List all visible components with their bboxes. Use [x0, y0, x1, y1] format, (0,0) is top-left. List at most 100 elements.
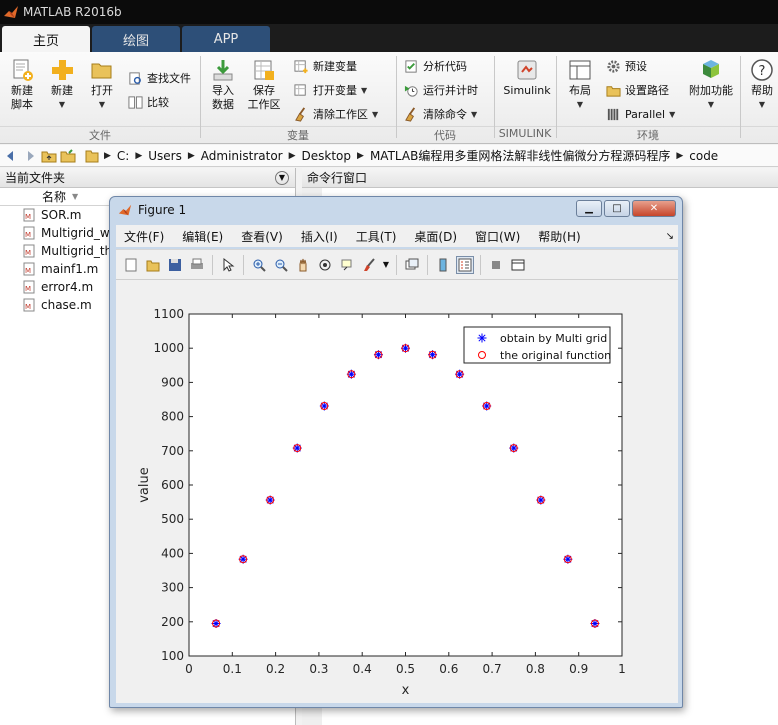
breadcrumb-desktop[interactable]: Desktop	[302, 149, 352, 163]
colorbar-icon[interactable]	[434, 256, 452, 274]
layout-button[interactable]: 布局 ▼	[564, 58, 596, 112]
zoom-out-icon[interactable]	[272, 256, 290, 274]
open-variable-icon	[294, 83, 306, 96]
menu-desktop[interactable]: 桌面(D)	[414, 228, 457, 245]
close-button[interactable]: ✕	[632, 200, 676, 217]
current-folder-header: 当前文件夹 ▼	[0, 168, 295, 188]
pan-icon[interactable]	[294, 256, 312, 274]
chevron-down-icon: ▼	[576, 100, 584, 109]
menu-view[interactable]: 查看(V)	[241, 228, 283, 245]
new-variable-button[interactable]: 新建变量	[294, 56, 357, 76]
m-file-icon: M	[23, 298, 35, 312]
run-and-time-button[interactable]: 运行并计时	[404, 80, 478, 100]
help-button[interactable]: ? 帮助 ▼	[746, 58, 778, 112]
group-variable-label: 变量	[287, 129, 309, 142]
print-icon[interactable]	[188, 256, 206, 274]
parallel-button[interactable]: Parallel ▼	[606, 104, 675, 124]
y-tick-label: 400	[161, 546, 184, 560]
save-workspace-button[interactable]: 保存 工作区	[246, 58, 282, 112]
find-files-button[interactable]: 查找文件	[128, 68, 191, 88]
new-script-button[interactable]: 新建 脚本	[6, 58, 38, 112]
new-button[interactable]: 新建 ▼	[46, 58, 78, 112]
y-axis-label: value	[137, 467, 152, 503]
open-file-icon[interactable]	[144, 256, 162, 274]
y-tick-label: 700	[161, 444, 184, 458]
forward-icon[interactable]	[22, 148, 38, 164]
legend-entry: the original function	[500, 349, 611, 362]
tab-plots[interactable]: 绘图	[92, 26, 180, 52]
rotate-3d-icon[interactable]	[316, 256, 334, 274]
menu-insert[interactable]: 插入(I)	[301, 228, 338, 245]
panel-actions-icon[interactable]: ▼	[275, 170, 289, 185]
gear-icon	[607, 59, 620, 73]
ribbon: 新建 脚本 新建 ▼ 打开 ▼ 查找文件 比较 文件 导入 数据 保存 工作区 …	[0, 52, 778, 144]
new-script-label: 新建 脚本	[11, 84, 33, 111]
menu-window[interactable]: 窗口(W)	[475, 228, 520, 245]
data-cursor-icon[interactable]	[338, 256, 356, 274]
addons-button[interactable]: 附加功能 ▼	[688, 58, 734, 112]
pointer-icon[interactable]	[219, 256, 237, 274]
chevron-down-icon: ▼	[361, 85, 368, 95]
open-variable-button[interactable]: 打开变量 ▼	[294, 80, 367, 100]
command-window-title: 命令行窗口	[307, 171, 368, 185]
zoom-in-icon[interactable]	[250, 256, 268, 274]
menu-tools[interactable]: 工具(T)	[356, 228, 397, 245]
set-path-button[interactable]: 设置路径	[606, 80, 669, 100]
matlab-logo-icon	[4, 6, 18, 18]
brush-icon[interactable]	[360, 256, 378, 274]
menu-edit[interactable]: 编辑(E)	[182, 228, 223, 245]
breadcrumb-users[interactable]: Users	[148, 149, 182, 163]
breadcrumb-project-folder[interactable]: MATLAB编程用多重网格法解非线性偏微分方程源码程序	[370, 147, 670, 164]
data-point-star	[477, 333, 487, 343]
tab-home[interactable]: 主页	[2, 26, 90, 52]
plot-area[interactable]: 0 0.1 0.2 0.3 0.4 0.5 0.6 0.7 0.8 0.9 110020030040…	[116, 280, 678, 704]
breadcrumb-administrator[interactable]: Administrator	[201, 149, 283, 163]
x-tick-label: 0.4	[353, 662, 372, 676]
x-tick-label: 1	[618, 662, 626, 676]
group-simulink-label: SIMULINK	[498, 127, 552, 140]
compare-button[interactable]: 比较	[128, 92, 169, 112]
file-name: SOR.m	[41, 208, 82, 222]
layout-icon	[569, 60, 591, 80]
chevron-down-icon: ▼	[707, 100, 715, 109]
menu-file[interactable]: 文件(F)	[124, 228, 164, 245]
back-icon[interactable]	[3, 148, 19, 164]
broom-icon	[295, 106, 306, 122]
up-folder-icon[interactable]	[41, 148, 57, 164]
browse-folder-icon[interactable]	[60, 148, 76, 164]
menu-help[interactable]: 帮助(H)	[538, 228, 580, 245]
menu-overflow-icon[interactable]: ↘	[666, 231, 674, 242]
legend-toggle-icon[interactable]	[456, 255, 474, 274]
hide-plot-tools-icon[interactable]	[487, 256, 505, 274]
minimize-button[interactable]: ▁	[576, 200, 602, 217]
breadcrumb-c[interactable]: C:	[117, 149, 129, 163]
y-tick-label: 900	[161, 375, 184, 389]
analyze-code-button[interactable]: 分析代码	[404, 56, 467, 76]
breadcrumb-code[interactable]: code	[689, 149, 718, 163]
show-plot-tools-icon[interactable]	[509, 256, 527, 274]
m-file-icon: M	[23, 226, 35, 240]
clear-commands-button[interactable]: 清除命令 ▼	[404, 104, 477, 124]
layout-label: 布局	[569, 84, 591, 97]
new-figure-icon[interactable]	[122, 256, 140, 274]
simulink-button[interactable]: Simulink	[502, 58, 552, 98]
open-button[interactable]: 打开 ▼	[86, 58, 118, 112]
clear-workspace-button[interactable]: 清除工作区 ▼	[294, 104, 378, 124]
maximize-button[interactable]: □	[604, 200, 630, 217]
import-data-icon	[213, 60, 233, 81]
preferences-button[interactable]: 预设	[606, 56, 647, 76]
import-data-button[interactable]: 导入 数据	[206, 58, 240, 112]
chevron-down-icon: ▼	[471, 109, 478, 119]
tab-apps[interactable]: APP	[182, 26, 270, 52]
save-figure-icon[interactable]	[166, 256, 184, 274]
axes-box	[188, 313, 623, 657]
name-column-label: 名称	[42, 190, 67, 204]
link-plot-icon[interactable]	[403, 256, 421, 274]
chevron-down-icon[interactable]: ▼	[382, 256, 390, 274]
legend-entry: obtain by Multi grid	[500, 332, 607, 345]
compare-label: 比较	[147, 96, 169, 109]
chevron-down-icon: ▼	[372, 109, 379, 119]
run-and-time-icon	[404, 85, 418, 97]
import-data-label: 导入 数据	[212, 84, 234, 111]
file-name: chase.m	[41, 298, 92, 312]
